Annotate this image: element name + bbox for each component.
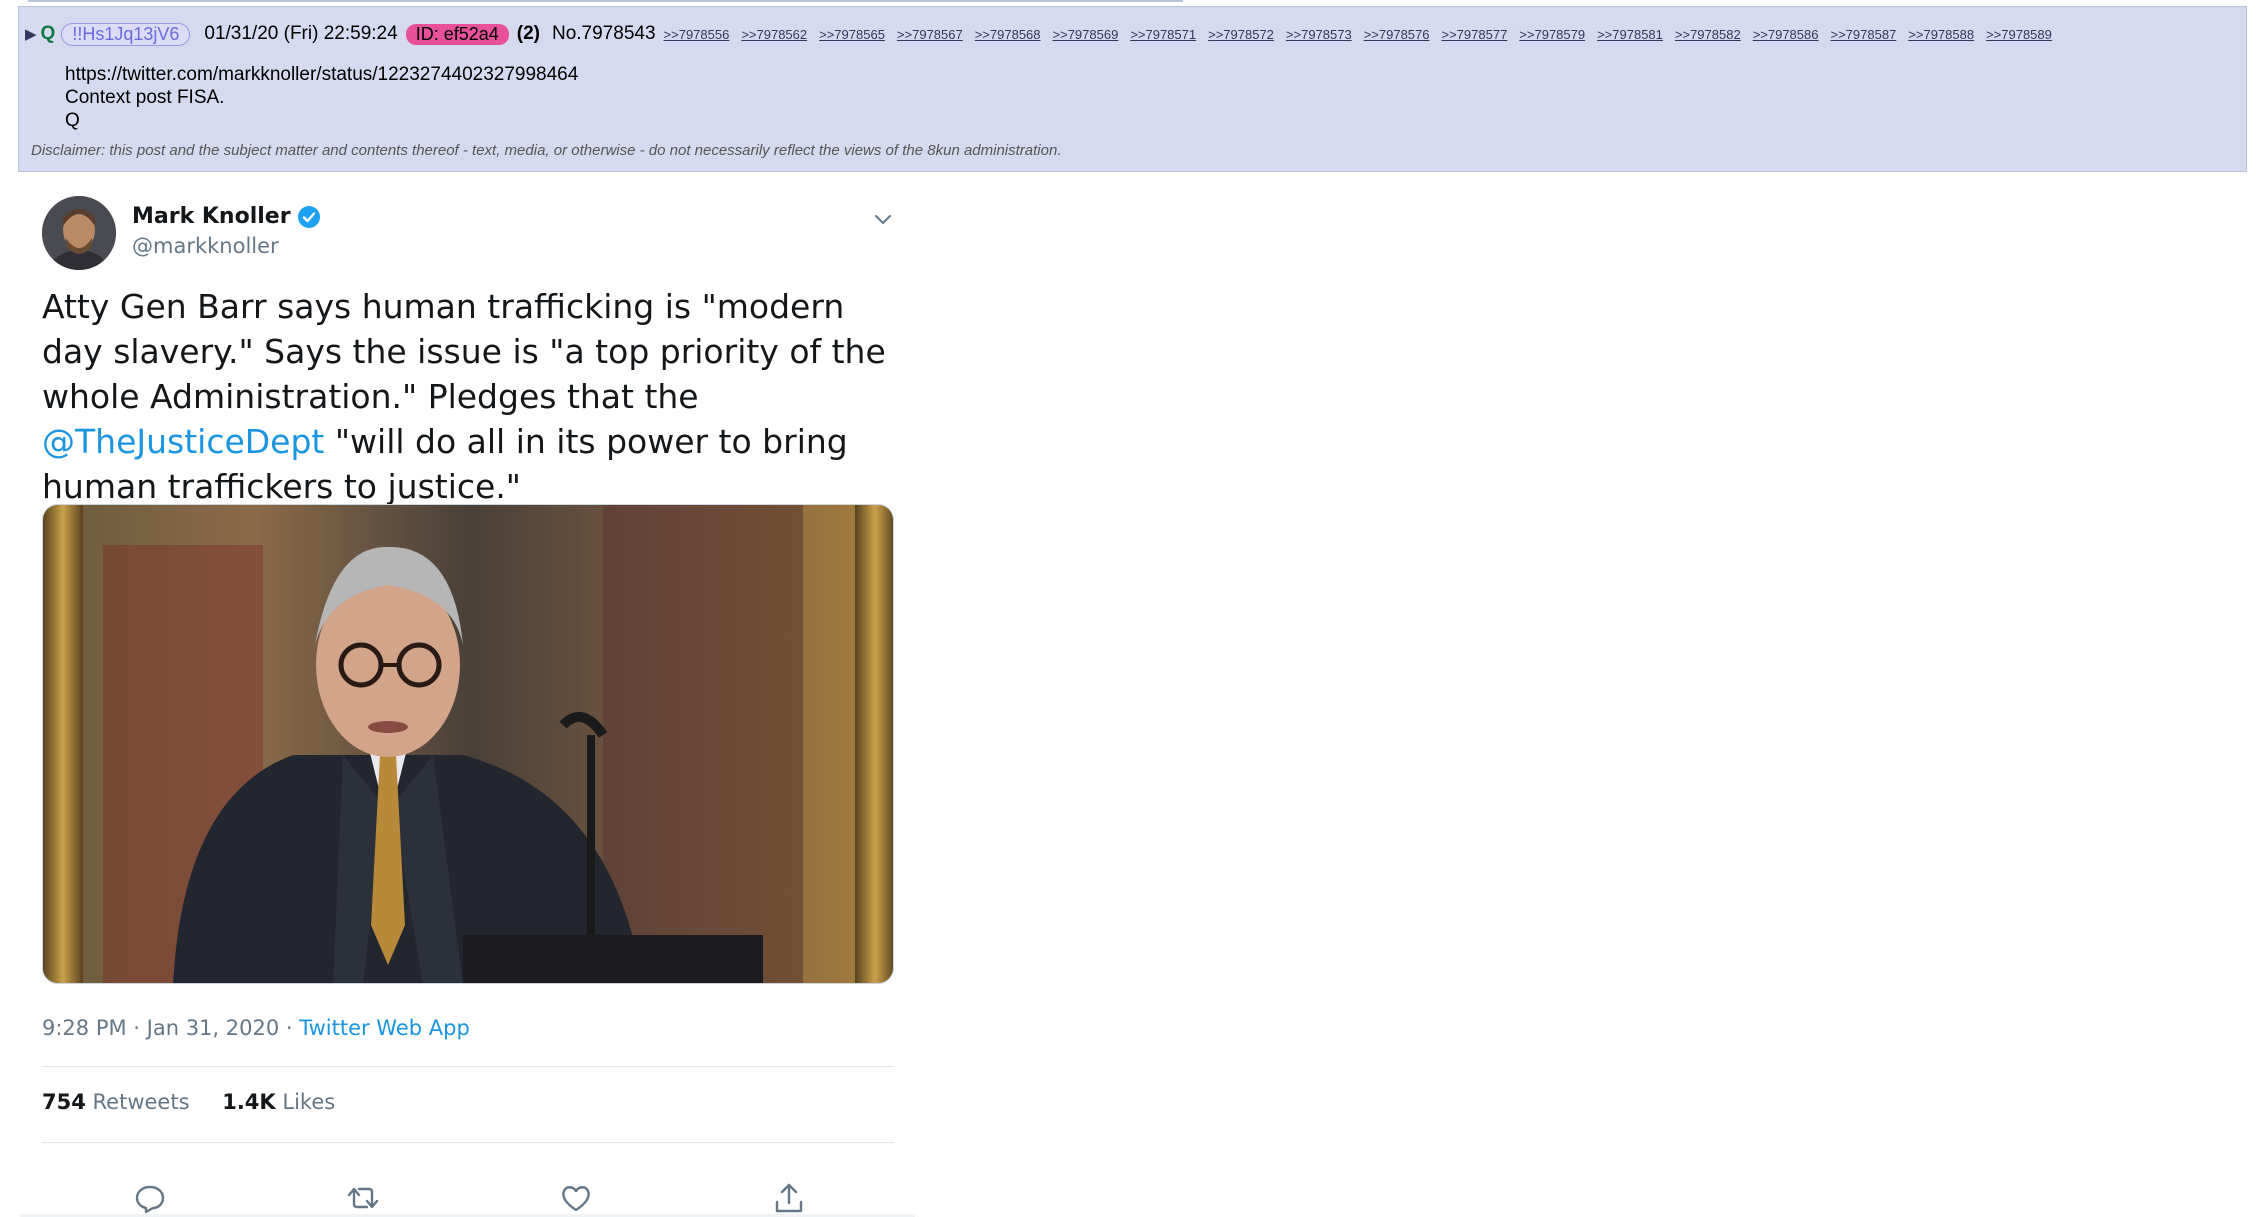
backlinks: >>7978556 >>7978562 >>7978565 >>7978567 >>79… <box>664 23 2064 45</box>
share-icon[interactable] <box>771 1180 807 1216</box>
post-body-line: Context post FISA. <box>65 87 225 108</box>
display-name-text: Mark Knoller <box>132 204 291 229</box>
likes-label: Likes <box>282 1090 336 1114</box>
divider <box>42 1066 894 1067</box>
imageboard-post: ▶ Q !!Hs1Jq13jV6 01/31/20 (Fri) 22:59:24… <box>18 6 2247 172</box>
top-rule <box>28 0 1183 2</box>
post-datetime: 01/31/20 (Fri) 22:59:24 <box>204 23 398 44</box>
backlink[interactable]: >>7978568 <box>975 27 1041 42</box>
backlink[interactable]: >>7978567 <box>897 27 963 42</box>
poster-id-badge[interactable]: ID: ef52a4 <box>405 23 509 45</box>
backlink[interactable]: >>7978579 <box>1519 27 1585 42</box>
backlink[interactable]: >>7978573 <box>1286 27 1352 42</box>
backlink[interactable]: >>7978565 <box>819 27 885 42</box>
poster-post-count: (2) <box>516 23 540 44</box>
speaker-photo <box>43 505 893 983</box>
post-number-link[interactable]: No.7978543 <box>552 23 656 45</box>
retweet-icon[interactable] <box>345 1180 381 1216</box>
verified-badge-icon <box>297 205 320 228</box>
post-body: https://twitter.com/markknoller/status/1… <box>65 63 578 132</box>
backlink[interactable]: >>7978589 <box>1986 27 2052 42</box>
tweet-author-name[interactable]: Mark Knoller <box>132 204 321 229</box>
backlink[interactable]: >>7978576 <box>1364 27 1430 42</box>
tweet-meta: 9:28 PM · Jan 31, 2020 · Twitter Web App <box>42 1016 470 1040</box>
backlink[interactable]: >>7978572 <box>1208 27 1274 42</box>
tweet-media-photo[interactable] <box>42 504 894 984</box>
tweet-timestamp[interactable]: 9:28 PM · Jan 31, 2020 · <box>42 1016 299 1040</box>
like-icon[interactable] <box>558 1180 594 1216</box>
backlink[interactable]: >>7978562 <box>741 27 807 42</box>
tweet-author-handle[interactable]: @markknoller <box>132 234 279 258</box>
backlink[interactable]: >>7978556 <box>664 27 730 42</box>
tripcode[interactable]: !!Hs1Jq13jV6 <box>61 22 191 46</box>
tweet-text: Atty Gen Barr says human trafficking is … <box>42 284 902 509</box>
backlink[interactable]: >>7978569 <box>1053 27 1119 42</box>
retweets-count: 754 <box>42 1090 86 1114</box>
tweet-source-link[interactable]: Twitter Web App <box>299 1016 470 1040</box>
retweets-stat[interactable]: 754 Retweets <box>42 1090 190 1114</box>
reply-icon[interactable] <box>132 1180 168 1216</box>
likes-count: 1.4K <box>222 1090 276 1114</box>
tweet-stats: 754 Retweets 1.4K Likes <box>42 1090 335 1114</box>
tweet-embed: Mark Knoller @markknoller Atty Gen Barr … <box>0 180 930 1217</box>
backlink[interactable]: >>7978587 <box>1830 27 1896 42</box>
backlink[interactable]: >>7978588 <box>1908 27 1974 42</box>
poster-name: Q <box>40 23 56 44</box>
mention-link[interactable]: @TheJusticeDept <box>42 422 324 461</box>
backlink[interactable]: >>7978582 <box>1675 27 1741 42</box>
post-body-link[interactable]: https://twitter.com/markknoller/status/1… <box>65 63 578 86</box>
tweet-text-before: Atty Gen Barr says human trafficking is … <box>42 287 886 416</box>
post-menu-arrow-icon[interactable]: ▶ <box>25 25 37 43</box>
backlink[interactable]: >>7978577 <box>1442 27 1508 42</box>
likes-stat[interactable]: 1.4K Likes <box>222 1090 335 1114</box>
avatar-portrait <box>42 196 116 270</box>
chevron-down-icon[interactable] <box>872 208 894 230</box>
avatar[interactable] <box>42 196 116 270</box>
backlink[interactable]: >>7978586 <box>1753 27 1819 42</box>
post-disclaimer: Disclaimer: this post and the subject ma… <box>31 142 1062 159</box>
backlink[interactable]: >>7978571 <box>1130 27 1196 42</box>
backlink[interactable]: >>7978581 <box>1597 27 1663 42</box>
post-body-signature: Q <box>65 110 80 131</box>
post-header: ▶ Q !!Hs1Jq13jV6 01/31/20 (Fri) 22:59:24… <box>25 19 2064 49</box>
divider <box>42 1142 894 1143</box>
retweets-label: Retweets <box>92 1090 190 1114</box>
